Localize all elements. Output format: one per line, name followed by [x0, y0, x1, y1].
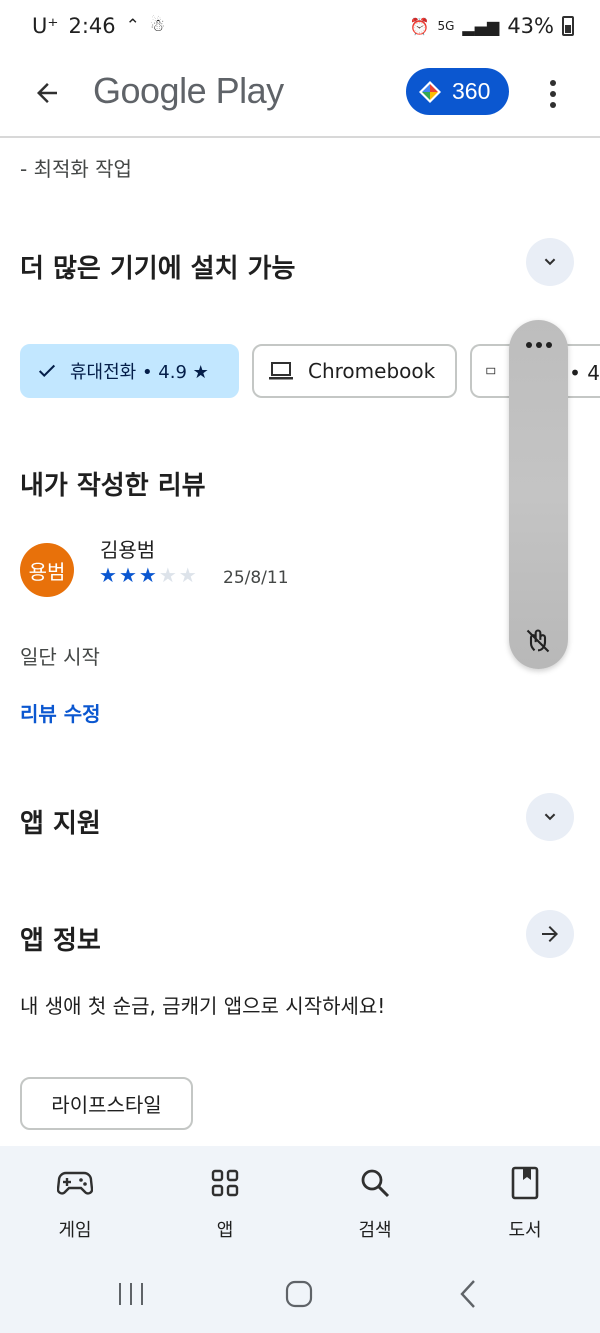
carrier-label: U⁺: [32, 14, 59, 38]
nav-label-books: 도서: [508, 1220, 542, 1241]
home-icon[interactable]: [285, 1280, 313, 1308]
chip-chromebook-label: Chromebook: [308, 359, 436, 383]
app-info-title: 앱 정보: [20, 926, 101, 956]
floating-overlay-panel[interactable]: [509, 320, 568, 669]
app-bar: Google Play 360: [0, 54, 600, 138]
battery-icon: [562, 16, 574, 36]
status-left: U⁺ 2:46 ⌃ ☃: [32, 14, 165, 38]
more-dot: [550, 91, 556, 97]
network-type: 5G: [437, 19, 455, 33]
app-support-expand-button[interactable]: [526, 793, 574, 841]
app-title: Google Play: [93, 70, 284, 111]
star-icon: ★: [178, 563, 197, 587]
touch-off-icon[interactable]: [524, 627, 552, 655]
chevron-down-icon: [544, 258, 556, 266]
alarm-icon: ⏰: [409, 16, 430, 36]
edit-review-link[interactable]: 리뷰 수정: [20, 698, 101, 727]
devices-section-title: 더 많은 기기에 설치 가능: [20, 254, 296, 284]
clock: 2:46: [68, 14, 116, 38]
notification-icon: ⌃: [125, 16, 140, 36]
nav-item-apps[interactable]: 앱: [150, 1146, 300, 1251]
bottom-nav: 게임 앱 검색 도서: [0, 1146, 600, 1251]
nav-label-search: 검색: [358, 1220, 392, 1241]
recent-apps-icon[interactable]: [117, 1281, 145, 1307]
app-info-button[interactable]: [526, 910, 574, 958]
nav-label-apps: 앱: [216, 1220, 234, 1241]
star-icon: ★: [99, 563, 117, 587]
description-tail: - 최적화 작업: [20, 157, 132, 181]
search-icon: [361, 1169, 390, 1198]
status-right: ⏰ 5G ▂▄▆ 43%: [410, 14, 574, 38]
overlay-dot: [545, 342, 552, 348]
devices-expand-button[interactable]: [526, 238, 574, 286]
battery-percent: 43%: [507, 14, 554, 38]
gamepad-icon: [57, 1171, 93, 1195]
system-nav-bar: [0, 1251, 600, 1333]
signal-icon: ▂▄▆: [462, 16, 500, 36]
overlay-dot: [535, 342, 542, 348]
arrow-back-icon: [37, 83, 57, 103]
arrow-forward-icon: [542, 926, 558, 942]
star-icon: ★: [158, 563, 177, 587]
star-icon: ★: [118, 563, 137, 587]
review-author: 김용범: [100, 538, 156, 562]
chevron-down-icon: [544, 813, 556, 821]
review-date: 25/8/11: [223, 568, 289, 588]
review-rating: ★ ★ ★ ★ ★: [99, 563, 197, 587]
star-icon: ★: [138, 563, 157, 587]
chip-phone[interactable]: 휴대전화 • 4.9 ★: [20, 344, 239, 398]
more-options-button[interactable]: [538, 74, 568, 114]
back-button[interactable]: [26, 72, 68, 114]
my-review-title: 내가 작성한 리뷰: [20, 471, 206, 501]
status-bar: U⁺ 2:46 ⌃ ☃ ⏰ 5G ▂▄▆ 43%: [0, 0, 600, 54]
chip-chromebook[interactable]: Chromebook: [252, 344, 457, 398]
play-points-button[interactable]: 360: [406, 68, 509, 115]
nav-item-games[interactable]: 게임: [0, 1146, 150, 1251]
app-info-description: 내 생애 첫 순금, 금캐기 앱으로 시작하세요!: [20, 994, 386, 1018]
nav-item-search[interactable]: 검색: [300, 1146, 450, 1251]
more-dot: [550, 102, 556, 108]
tablet-icon: [486, 367, 496, 375]
play-points-icon: [419, 80, 441, 103]
review-text: 일단 시작: [20, 645, 100, 669]
system-back-icon[interactable]: [458, 1279, 478, 1309]
check-icon: [38, 364, 56, 378]
book-icon: [511, 1166, 539, 1200]
more-dot: [550, 80, 556, 86]
avatar: 용범: [20, 543, 74, 597]
overlay-dot: [525, 342, 532, 348]
app-support-title: 앱 지원: [20, 809, 101, 839]
category-chip[interactable]: 라이프스타일: [20, 1077, 193, 1130]
chip-phone-label: 휴대전화 • 4.9 ★: [70, 362, 209, 383]
nav-label-games: 게임: [58, 1220, 92, 1241]
apps-grid-icon: [211, 1169, 239, 1197]
nav-item-books[interactable]: 도서: [450, 1146, 600, 1251]
app-notification-icon: ☃: [149, 16, 166, 36]
laptop-icon: [269, 362, 293, 380]
overlay-menu-icon[interactable]: [509, 342, 568, 348]
points-value: 360: [452, 78, 491, 104]
